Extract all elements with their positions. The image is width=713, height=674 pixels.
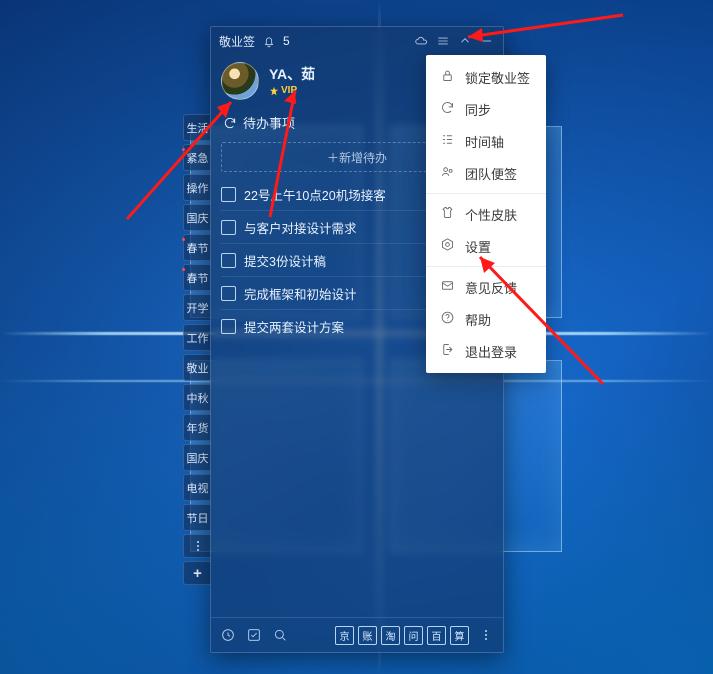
- task-checkbox[interactable]: [221, 319, 236, 334]
- category-tab[interactable]: 生活: [183, 114, 211, 141]
- app-title: 敬业签: [219, 33, 255, 50]
- menu-item-label: 帮助: [465, 310, 491, 329]
- menu-item-label: 同步: [465, 100, 491, 119]
- menu-item-team[interactable]: 团队便签: [426, 157, 546, 189]
- menu-item-label: 设置: [465, 237, 491, 256]
- menu-item-logout[interactable]: 退出登录: [426, 335, 546, 367]
- shortcut-问[interactable]: 问: [404, 626, 423, 645]
- task-text: 提交两套设计方案: [244, 317, 344, 336]
- menu-item-label: 锁定敬业签: [465, 68, 530, 87]
- task-text: 22号上午10点20机场接客: [244, 185, 386, 204]
- task-checkbox[interactable]: [221, 187, 236, 202]
- minimize-icon[interactable]: [479, 33, 495, 49]
- bottom-toolbar: 京账淘问百算: [211, 617, 503, 652]
- search-icon[interactable]: [271, 626, 289, 644]
- avatar[interactable]: [221, 62, 259, 100]
- menu-item-sync[interactable]: 同步: [426, 93, 546, 125]
- main-menu-dropdown: 锁定敬业签同步时间轴团队便签个性皮肤设置意见反馈帮助退出登录: [426, 55, 546, 373]
- task-text: 提交3份设计稿: [244, 251, 326, 270]
- category-tab[interactable]: 春节: [183, 264, 211, 291]
- sync-icon: [440, 100, 455, 118]
- shortcut-账[interactable]: 账: [358, 626, 377, 645]
- shortcut-算[interactable]: 算: [450, 626, 469, 645]
- menu-item-mail[interactable]: 意见反馈: [426, 271, 546, 303]
- menu-item-label: 意见反馈: [465, 278, 517, 297]
- category-tab[interactable]: 年货: [183, 414, 211, 441]
- more-icon[interactable]: [477, 626, 495, 644]
- category-tab[interactable]: 开学: [183, 294, 211, 321]
- clock-icon[interactable]: [219, 626, 237, 644]
- category-tab[interactable]: 中秋: [183, 384, 211, 411]
- hamburger-menu-icon[interactable]: [435, 33, 451, 49]
- section-title: 待办事项: [243, 113, 295, 132]
- team-icon: [440, 164, 455, 182]
- menu-item-help[interactable]: 帮助: [426, 303, 546, 335]
- lock-icon: [440, 68, 455, 86]
- task-text: 完成框架和初始设计: [244, 284, 357, 303]
- notification-bell-icon[interactable]: [261, 33, 277, 49]
- category-tab[interactable]: 电视: [183, 474, 211, 501]
- titlebar: 敬业签 5: [211, 27, 503, 55]
- menu-item-label: 时间轴: [465, 132, 504, 151]
- task-checkbox[interactable]: [221, 220, 236, 235]
- category-tab[interactable]: 国庆: [183, 444, 211, 471]
- category-tab[interactable]: 敬业: [183, 354, 211, 381]
- more-categories[interactable]: [183, 534, 211, 558]
- checklist-icon[interactable]: [245, 626, 263, 644]
- shortcut-淘[interactable]: 淘: [381, 626, 400, 645]
- menu-item-timeline[interactable]: 时间轴: [426, 125, 546, 157]
- logout-icon: [440, 342, 455, 360]
- category-tab[interactable]: 工作: [183, 324, 211, 351]
- user-name: YA、茹: [269, 64, 315, 84]
- menu-item-settings[interactable]: 设置: [426, 230, 546, 262]
- category-tab[interactable]: 操作: [183, 174, 211, 201]
- category-tab[interactable]: 紧急: [183, 144, 211, 171]
- add-category[interactable]: +: [183, 561, 211, 585]
- category-tab[interactable]: 国庆: [183, 204, 211, 231]
- add-todo-label: ＋新增待办: [327, 149, 387, 166]
- skin-icon: [440, 205, 455, 223]
- category-tab[interactable]: 节日: [183, 504, 211, 531]
- task-checkbox[interactable]: [221, 253, 236, 268]
- shortcut-百[interactable]: 百: [427, 626, 446, 645]
- help-icon: [440, 310, 455, 328]
- mail-icon: [440, 278, 455, 296]
- category-tab[interactable]: 春节: [183, 234, 211, 261]
- pin-icon[interactable]: [457, 33, 473, 49]
- vip-badge: VIP: [269, 85, 297, 96]
- shortcut-京[interactable]: 京: [335, 626, 354, 645]
- task-checkbox[interactable]: [221, 286, 236, 301]
- notification-count: 5: [283, 34, 290, 48]
- menu-item-skin[interactable]: 个性皮肤: [426, 198, 546, 230]
- menu-item-label: 退出登录: [465, 342, 517, 361]
- cloud-sync-icon[interactable]: [413, 33, 429, 49]
- task-text: 与客户对接设计需求: [244, 218, 357, 237]
- menu-item-label: 个性皮肤: [465, 205, 517, 224]
- category-tabs: 生活紧急操作国庆春节春节开学工作敬业中秋年货国庆电视节日+: [183, 114, 211, 585]
- menu-item-label: 团队便签: [465, 164, 517, 183]
- refresh-icon: [223, 116, 237, 130]
- menu-item-lock[interactable]: 锁定敬业签: [426, 61, 546, 93]
- timeline-icon: [440, 132, 455, 150]
- settings-icon: [440, 237, 455, 255]
